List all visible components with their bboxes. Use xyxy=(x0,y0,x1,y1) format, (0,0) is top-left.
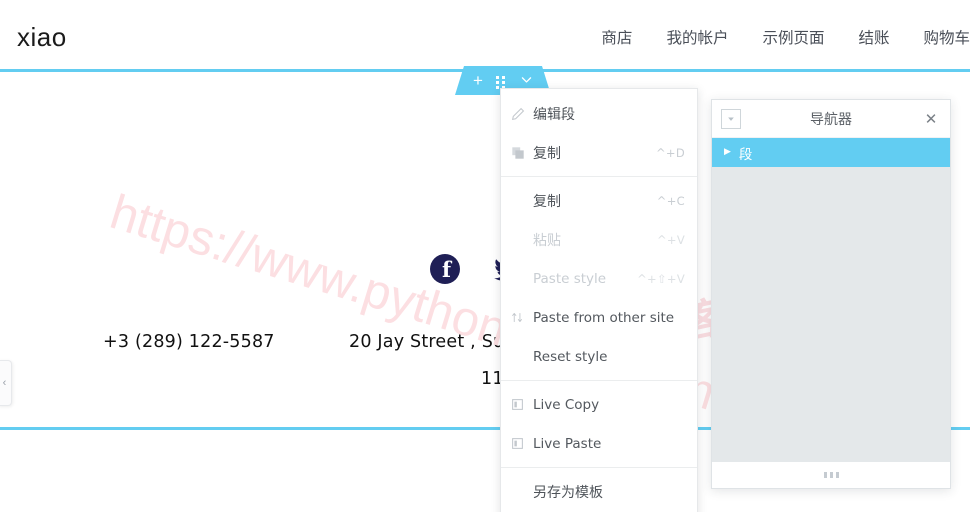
nav-item-shop[interactable]: 商店 xyxy=(601,26,632,48)
menu-item-label: 复制 xyxy=(533,145,561,162)
duplicate-icon xyxy=(511,145,533,161)
navigator-row-section[interactable]: ▶ 段 xyxy=(712,138,950,167)
menu-item-label: 另存为模板 xyxy=(533,484,603,501)
menu-separator xyxy=(501,467,697,468)
nav-item-checkout[interactable]: 结账 xyxy=(858,26,889,48)
navigator-header: 导航器 ✕ xyxy=(712,100,950,138)
navigator-footer xyxy=(712,462,950,488)
chevron-down-icon[interactable] xyxy=(520,73,533,86)
navigator-title: 导航器 xyxy=(810,111,852,128)
dropdown-box-icon[interactable] xyxy=(721,109,741,129)
live-copy-icon xyxy=(511,397,533,413)
menu-item-label: Live Copy xyxy=(533,396,600,413)
plus-icon[interactable]: + xyxy=(473,72,483,89)
menu-item-label: Reset style xyxy=(533,348,608,365)
menu-item-duplicate[interactable]: 复制 ^+D xyxy=(501,133,697,172)
menu-item-shortcut: ^+D xyxy=(655,145,685,160)
menu-item-label: 粘贴 xyxy=(533,232,561,249)
menu-item-label: Live Paste xyxy=(533,435,602,452)
menu-item-label: Paste from other site xyxy=(533,309,675,326)
menu-item-shortcut: ^+C xyxy=(656,193,685,208)
menu-item-live-paste[interactable]: Live Paste xyxy=(501,424,697,463)
menu-separator xyxy=(501,176,697,177)
contact-phone: +3 (289) 122-5587 xyxy=(103,332,275,352)
menu-item-label: 编辑段 xyxy=(533,106,575,123)
menu-item-copy[interactable]: 复制 ^+C xyxy=(501,181,697,220)
live-paste-icon xyxy=(511,436,533,452)
site-logo[interactable]: xiao xyxy=(17,22,67,53)
menu-item-shortcut: ^+V xyxy=(656,232,685,247)
pencil-icon xyxy=(511,106,533,122)
menu-item-label: Paste style xyxy=(533,270,607,287)
menu-item-reset-style[interactable]: Reset style xyxy=(501,337,697,376)
menu-item-label: 复制 xyxy=(533,193,561,210)
drag-dots-icon[interactable] xyxy=(495,75,507,89)
navigator-panel[interactable]: 导航器 ✕ ▶ 段 xyxy=(711,99,951,489)
page-root: xiao 商店 我的帐户 示例页面 结账 购物车 +3 (289) 122-55… xyxy=(0,0,970,512)
site-header: xiao 商店 我的帐户 示例页面 结账 购物车 xyxy=(0,0,970,70)
close-icon[interactable]: ✕ xyxy=(922,110,940,128)
caret-right-icon[interactable]: ▶ xyxy=(724,148,731,157)
menu-item-live-copy[interactable]: Live Copy xyxy=(501,385,697,424)
facebook-icon[interactable] xyxy=(430,254,460,284)
contact-address-line1: 20 Jay Street , Suit xyxy=(349,332,517,352)
menu-item-edit-section[interactable]: 编辑段 xyxy=(501,94,697,133)
transfer-icon xyxy=(511,310,533,326)
context-menu[interactable]: 编辑段 复制 ^+D 复制 ^+C 粘贴 ^+V Paste style ^+⇧… xyxy=(500,88,698,512)
chevron-left-icon: ‹ xyxy=(2,377,7,389)
menu-item-shortcut: ^+⇧+V xyxy=(637,271,685,286)
navigator-tree[interactable]: ▶ 段 xyxy=(712,138,950,462)
nav-item-my-account[interactable]: 我的帐户 xyxy=(666,26,728,48)
menu-separator xyxy=(501,380,697,381)
left-panel-collapse-handle[interactable]: ‹ xyxy=(0,360,12,406)
main-navigation: 商店 我的帐户 示例页面 结账 购物车 xyxy=(601,26,970,48)
nav-item-sample-page[interactable]: 示例页面 xyxy=(762,26,824,48)
nav-item-cart[interactable]: 购物车 xyxy=(923,26,970,48)
menu-item-paste: 粘贴 ^+V xyxy=(501,220,697,259)
navigator-row-label: 段 xyxy=(738,146,753,163)
menu-item-save-as-template[interactable]: 另存为模板 xyxy=(501,472,697,511)
menu-item-paste-style: Paste style ^+⇧+V xyxy=(501,259,697,298)
menu-item-paste-from-other-site[interactable]: Paste from other site xyxy=(501,298,697,337)
resize-grip-icon[interactable] xyxy=(823,472,839,478)
